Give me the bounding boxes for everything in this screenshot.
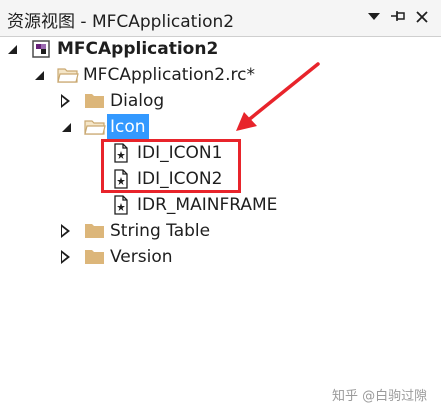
tree-item-label: Dialog: [110, 91, 165, 111]
collapsed-arrow-icon[interactable]: [59, 249, 73, 265]
icon-resource-icon: [111, 143, 131, 163]
expanded-arrow-icon[interactable]: [59, 119, 73, 135]
tree-item-string-table[interactable]: String Table: [0, 218, 441, 244]
tree-item-label: IDI_ICON2: [137, 169, 223, 189]
icon-resource-icon: [111, 169, 131, 189]
close-icon[interactable]: [413, 7, 431, 27]
tree-item-label: IDR_MAINFRAME: [137, 195, 278, 215]
expanded-arrow-icon[interactable]: [5, 41, 19, 57]
tree-item-idi-icon1[interactable]: IDI_ICON1: [0, 140, 441, 166]
tree-item-label: MFCApplication2: [57, 39, 219, 59]
tool-window-titlebar: 资源视图 - MFCApplication2: [0, 0, 441, 37]
watermark-text: 知乎 @白驹过隙: [332, 389, 428, 404]
tree-item-rc-file[interactable]: MFCApplication2.rc*: [0, 62, 441, 88]
tree-item-idr-mainframe[interactable]: IDR_MAINFRAME: [0, 192, 441, 218]
folder-icon: [84, 91, 104, 111]
tree-item-label: Icon: [107, 114, 149, 140]
resource-tree: MFCApplication2 MFCApplication2.rc* Dial…: [0, 36, 441, 416]
expanded-arrow-icon[interactable]: [32, 67, 46, 83]
icon-resource-icon: [111, 195, 131, 215]
chevron-down-icon[interactable]: [365, 7, 383, 27]
tree-item-dialog[interactable]: Dialog: [0, 88, 441, 114]
collapsed-arrow-icon[interactable]: [59, 223, 73, 239]
tree-item-icon-folder[interactable]: Icon: [0, 114, 441, 140]
tree-item-project[interactable]: MFCApplication2: [0, 36, 441, 62]
tree-item-label: Version: [110, 247, 173, 267]
folder-icon: [84, 247, 104, 267]
tree-item-idi-icon2[interactable]: IDI_ICON2: [0, 166, 441, 192]
folder-icon: [84, 221, 104, 241]
project-icon: [31, 39, 51, 59]
folder-open-icon: [84, 117, 106, 137]
collapsed-arrow-icon[interactable]: [59, 93, 73, 109]
pin-icon[interactable]: [389, 7, 407, 27]
folder-open-icon: [57, 65, 79, 85]
tree-item-label: MFCApplication2.rc*: [83, 65, 255, 85]
tree-item-version[interactable]: Version: [0, 244, 441, 270]
tree-item-label: String Table: [110, 221, 211, 241]
window-title: 资源视图 - MFCApplication2: [7, 12, 235, 32]
tree-item-label: IDI_ICON1: [137, 143, 223, 163]
